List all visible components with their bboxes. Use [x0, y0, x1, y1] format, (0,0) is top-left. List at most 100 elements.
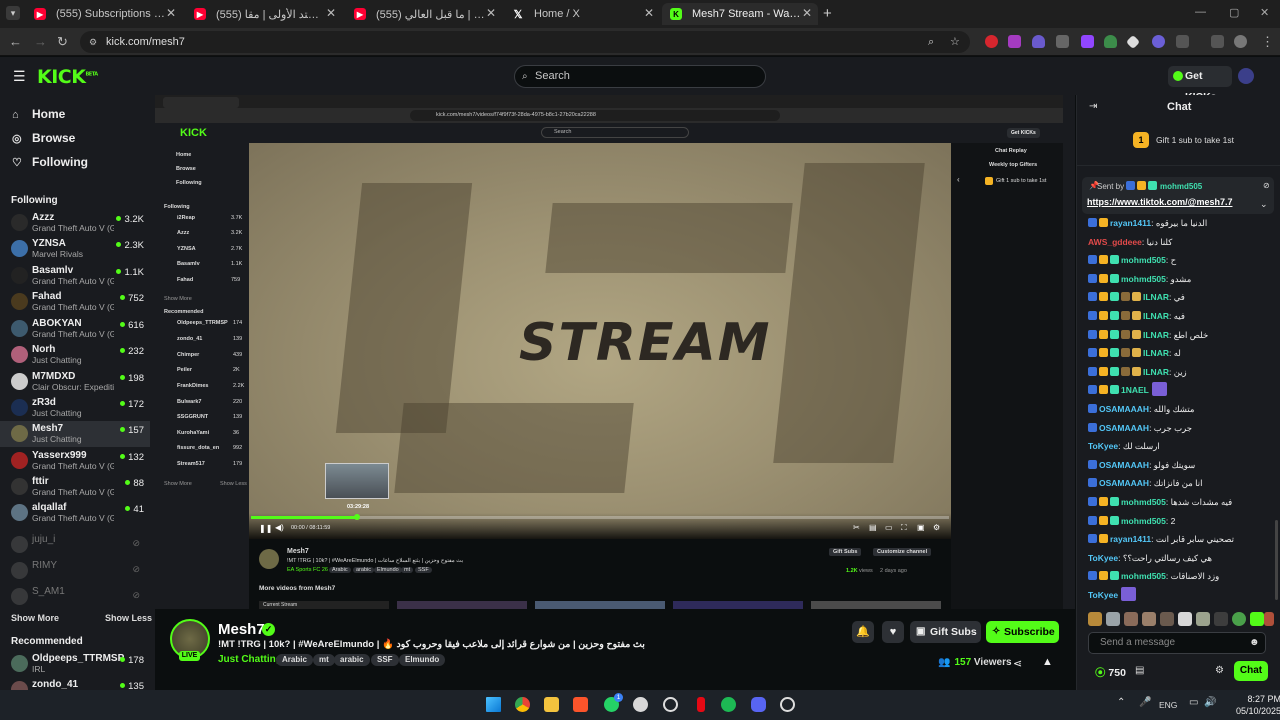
- fullscreen-icon[interactable]: ⛶: [901, 523, 907, 533]
- extension-icon[interactable]: [1056, 35, 1069, 48]
- extension-icon[interactable]: [985, 35, 998, 48]
- report-icon[interactable]: ▲: [1042, 656, 1053, 668]
- chat-username[interactable]: AWS_gddeee: [1088, 237, 1142, 247]
- emote[interactable]: [1160, 612, 1174, 626]
- sidebar-item-home[interactable]: ⌂ Home: [12, 107, 65, 121]
- subscribe-button[interactable]: ✧ Subscribe: [986, 621, 1059, 643]
- address-bar[interactable]: ⚙ kick.com/mesh7 ⌕ ☆: [80, 31, 970, 53]
- chat-scrollbar[interactable]: [1275, 520, 1278, 600]
- stream-tag[interactable]: Elmundo: [399, 654, 446, 666]
- chat-username[interactable]: mohmd505: [1121, 516, 1166, 526]
- chat-username[interactable]: mohmd505: [1121, 497, 1166, 507]
- sidebar-item-following[interactable]: ♡ Following: [12, 155, 88, 169]
- sidebar-channel[interactable]: Yasserx999Grand Theft Auto V (G...132: [0, 448, 150, 474]
- back-icon[interactable]: ←: [9, 34, 22, 49]
- browser-tab[interactable]: ▶ (555) جلسة تويستد الأولى | مقا ✕: [186, 3, 342, 25]
- minimize-icon[interactable]: —: [1195, 6, 1206, 18]
- spotify-icon[interactable]: [721, 697, 736, 712]
- close-tab-icon[interactable]: ✕: [326, 6, 336, 20]
- pip-icon[interactable]: ▣: [917, 523, 925, 532]
- forward-icon[interactable]: →: [34, 34, 47, 49]
- new-tab-icon[interactable]: +: [823, 5, 832, 22]
- chrome-icon[interactable]: [515, 697, 530, 712]
- gift-prompt[interactable]: Gift 1 sub to take 1st: [1156, 135, 1234, 145]
- tray-chevron-up-icon[interactable]: ⌃: [1117, 697, 1125, 708]
- chat-rules-icon[interactable]: ▤: [1135, 665, 1144, 676]
- browser-tab-active[interactable]: K Mesh7 Stream - Watch Live on ✕: [662, 3, 818, 25]
- show-less-button[interactable]: Show Less: [105, 613, 152, 623]
- profile-avatar[interactable]: [1234, 35, 1247, 48]
- browser-menu-icon[interactable]: ⋮: [1261, 34, 1274, 50]
- stream-tag[interactable]: arabic: [334, 654, 370, 666]
- chat-username[interactable]: mohmd505: [1121, 255, 1166, 265]
- user-avatar[interactable]: [1238, 68, 1254, 84]
- chat-username[interactable]: mohmd505: [1121, 571, 1166, 581]
- video-player[interactable]: kick.com/mesh7/videos/f74f9f73f-28da-497…: [155, 95, 1075, 609]
- chat-username[interactable]: ILNAR: [1143, 367, 1169, 377]
- close-tab-icon[interactable]: ✕: [644, 6, 654, 20]
- sidebar-channel[interactable]: zondo_41 135: [0, 677, 150, 690]
- sidebar-channel[interactable]: YZNSA Marvel Rivals 2.3K: [0, 236, 150, 262]
- pinned-message[interactable]: 📌 Sent by mohmd505 ⊘ https://www.tiktok.…: [1082, 177, 1274, 214]
- chat-username[interactable]: ToKyee: [1088, 553, 1118, 563]
- gift-subs-button[interactable]: ▣ Gift Subs: [910, 621, 981, 643]
- chat-username[interactable]: rayan1411: [1110, 218, 1151, 228]
- brave-icon[interactable]: [573, 697, 588, 712]
- chat-username[interactable]: ToKyee: [1088, 590, 1118, 600]
- stream-tag[interactable]: Arabic: [276, 654, 313, 666]
- extension-icon[interactable]: [1008, 35, 1021, 48]
- collapse-chat-icon[interactable]: ⇥: [1089, 101, 1097, 112]
- chat-username[interactable]: ToKyee: [1088, 441, 1118, 451]
- site-info-icon[interactable]: ⚙: [89, 31, 97, 53]
- pinned-link[interactable]: https://www.tiktok.com/@mesh7.7: [1087, 197, 1232, 207]
- sidebar-channel[interactable]: AzzzGrand Theft Auto V (G...3.2K: [0, 210, 150, 236]
- emote[interactable]: [1264, 612, 1274, 626]
- tab-list-icon[interactable]: ▾: [6, 6, 20, 20]
- send-chat-button[interactable]: Chat: [1234, 661, 1268, 681]
- sidebar-channel-offline[interactable]: juju_i ⊘: [0, 532, 150, 558]
- browser-tab[interactable]: ▶ (555) Subscriptions - YouTube ✕: [26, 3, 182, 25]
- reload-icon[interactable]: ↻: [57, 34, 68, 50]
- show-more-button[interactable]: Show More: [11, 613, 59, 623]
- language-indicator[interactable]: ENG: [1159, 700, 1177, 710]
- sidebar-channel[interactable]: Oldpeeps_TTRMSP IRL 178: [0, 651, 150, 677]
- stream-tag[interactable]: SSF: [371, 654, 399, 666]
- sidebar-channel[interactable]: fttirGrand Theft Auto V (GTA)88: [0, 474, 150, 500]
- close-tab-icon[interactable]: ✕: [486, 6, 496, 20]
- sidebar-channel[interactable]: alqallafGrand Theft Auto V (GTA)41: [0, 500, 150, 526]
- chat-username[interactable]: ILNAR: [1143, 311, 1169, 321]
- seek-handle[interactable]: [354, 514, 361, 520]
- extension-icon[interactable]: [1081, 35, 1094, 48]
- emote[interactable]: [1142, 612, 1156, 626]
- search-input[interactable]: ⌕ Search: [514, 65, 766, 88]
- sidebar-channel[interactable]: BasamlvGrand Theft Auto V (G...1.1K: [0, 263, 150, 289]
- close-tab-icon[interactable]: ✕: [166, 6, 176, 20]
- chat-username[interactable]: rayan1411: [1110, 534, 1151, 544]
- discord-icon[interactable]: [751, 697, 766, 712]
- theater-icon[interactable]: ▭: [885, 523, 893, 532]
- chat-username[interactable]: OSAMAAAH: [1099, 423, 1149, 433]
- pause-icon[interactable]: ❚❚: [259, 524, 272, 533]
- zoom-icon[interactable]: ⌕: [928, 31, 934, 53]
- extension-icon[interactable]: [1032, 35, 1045, 48]
- unpin-icon[interactable]: ⊘: [1263, 181, 1270, 190]
- settings-icon[interactable]: ⚙: [933, 523, 940, 532]
- media-controls-icon[interactable]: [1211, 35, 1224, 48]
- extension-icon[interactable]: [1152, 35, 1165, 48]
- emote[interactable]: [1178, 612, 1192, 626]
- emote[interactable]: [1232, 612, 1246, 626]
- kicks-balance[interactable]: ⦿ 750: [1095, 665, 1126, 680]
- channel-name[interactable]: Mesh7: [218, 621, 265, 638]
- chevron-down-icon[interactable]: ⌄: [1260, 199, 1268, 210]
- stream-tag[interactable]: mt: [313, 654, 335, 666]
- share-icon[interactable]: ⋖: [1013, 657, 1022, 670]
- app-icon[interactable]: [663, 697, 678, 712]
- chat-username[interactable]: ILNAR: [1143, 348, 1169, 358]
- follow-heart-icon[interactable]: ♥: [882, 621, 904, 643]
- sidebar-item-browse[interactable]: ◎ Browse: [12, 131, 75, 145]
- windows-start-icon[interactable]: [486, 697, 501, 712]
- sidebar-channel-offline[interactable]: S_AM1 ⊘: [0, 584, 150, 610]
- file-explorer-icon[interactable]: [544, 697, 559, 712]
- chat-username[interactable]: OSAMAAAH: [1099, 404, 1149, 414]
- volume-tray-icon[interactable]: 🔊: [1204, 697, 1216, 708]
